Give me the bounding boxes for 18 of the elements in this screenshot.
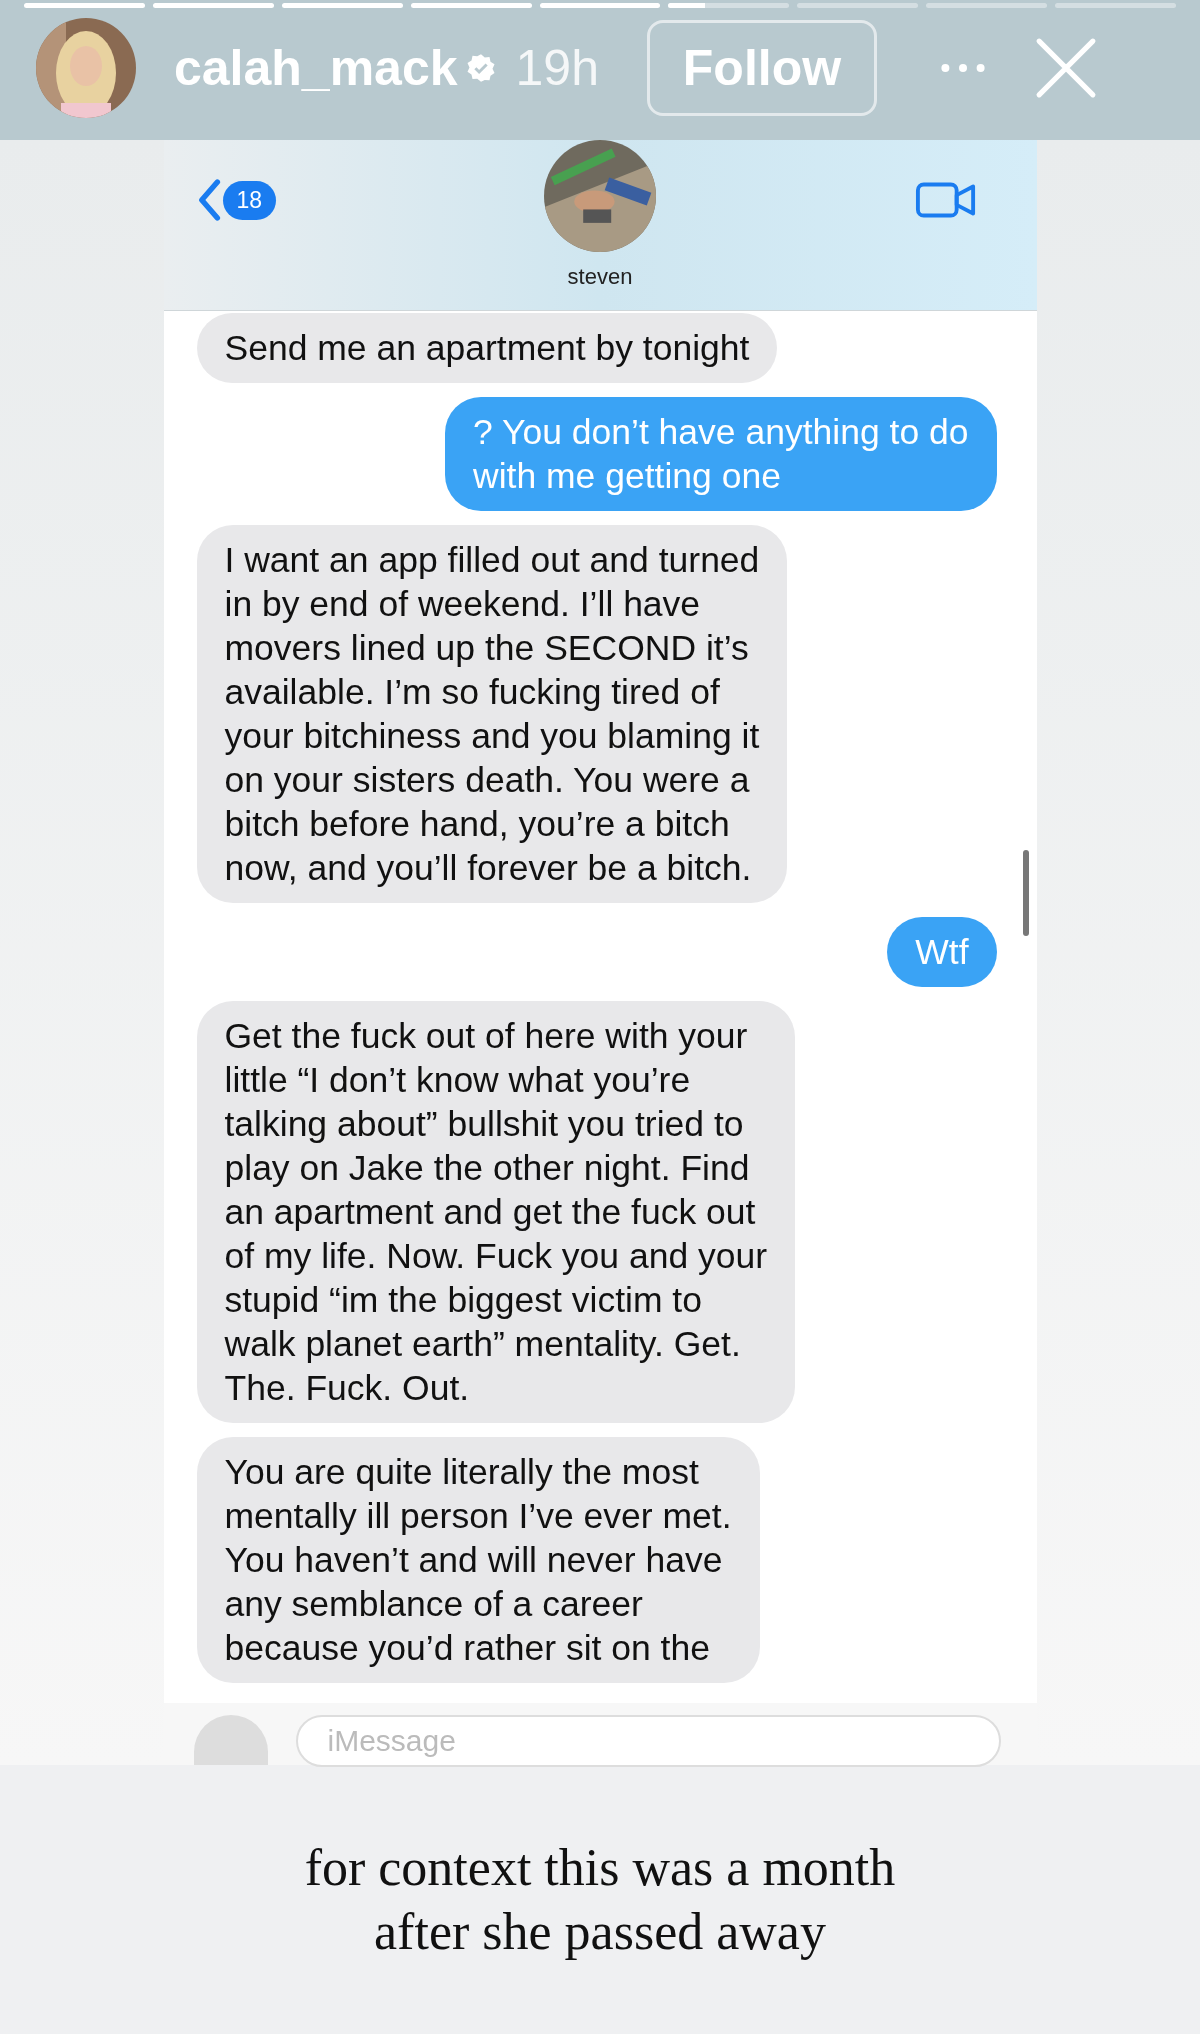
video-call-icon[interactable]: [914, 180, 977, 220]
message-field[interactable]: iMessage: [295, 1715, 1001, 1767]
sent-message: Wtf: [887, 917, 997, 987]
caption-text: for context this was a month after she passed away: [304, 1837, 896, 1962]
post-time: 19h: [515, 39, 599, 97]
received-message: Get the fuck out of here with your little “I don’t know what you’re talking about” bullshit you tried to play on Jake the other night. Find an apartment and get the fuck out of my life. Now. Fuck you and your stupid “im the biggest victim to walk planet earth” mentality. Get. The. Fuck. Out.: [196, 1001, 796, 1423]
received-message: You are quite literally the most mentally ill person I’ve ever met. You haven’t and will never have any semblance of a career because you’d rather sit on the: [196, 1437, 760, 1683]
apps-button[interactable]: [193, 1715, 268, 1765]
follow-button[interactable]: Follow: [647, 20, 877, 116]
contact-name[interactable]: steven: [567, 264, 633, 290]
close-icon[interactable]: [1035, 37, 1097, 99]
sent-message: ? You don’t have anything to do with me getting one: [445, 397, 997, 511]
received-message: Send me an apartment by tonight: [196, 313, 778, 383]
unread-count: 18: [222, 180, 277, 220]
more-icon[interactable]: [939, 62, 987, 74]
received-message: I want an app filled out and turned in by end of weekend. I’ll have movers lined up the SECOND it’s available. I’m so fucking tired of your bitchiness and you blaming it on your sisters death. You were a bitch before hand, you’re a bitch now, and you’ll forever be a bitch.: [196, 525, 788, 903]
back-icon[interactable]: [196, 178, 221, 222]
username[interactable]: calah_mack: [174, 39, 458, 97]
